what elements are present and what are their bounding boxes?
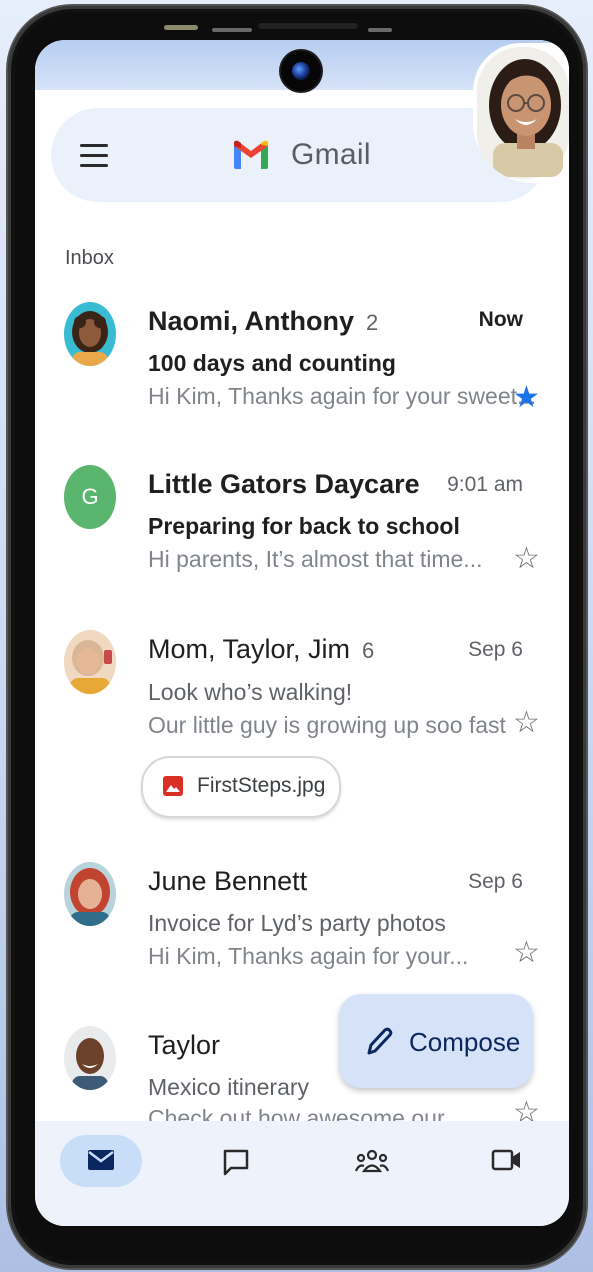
email-sender: June Bennett bbox=[148, 866, 308, 896]
email-sender: Mom, Taylor, Jim 6 bbox=[148, 634, 375, 664]
avatar bbox=[64, 1026, 116, 1090]
attachment-chip[interactable]: FirstSteps.jpg bbox=[141, 756, 341, 818]
attachment-name: FirstSteps.jpg bbox=[197, 774, 326, 797]
front-camera bbox=[281, 51, 321, 91]
avatar bbox=[64, 630, 116, 694]
email-subject: Mexico itinerary bbox=[148, 1074, 310, 1100]
avatar-letter: G bbox=[81, 484, 99, 509]
phone-button bbox=[368, 28, 392, 32]
phone-button bbox=[164, 25, 198, 30]
nav-spaces[interactable] bbox=[329, 1135, 411, 1187]
gmail-logo-icon bbox=[234, 140, 268, 169]
thread-count: 6 bbox=[362, 638, 375, 663]
email-row[interactable]: Naomi, Anthony 2 Now 100 days and countin… bbox=[35, 292, 569, 422]
email-subject: Preparing for back to school bbox=[148, 513, 460, 539]
email-time: Now bbox=[478, 308, 523, 331]
email-subject: 100 days and counting bbox=[148, 350, 396, 376]
nav-meet[interactable] bbox=[465, 1135, 547, 1187]
email-snippet: Hi parents, It’s almost that time... bbox=[148, 546, 483, 572]
compose-button[interactable]: Compose bbox=[339, 994, 533, 1088]
star-outline-icon[interactable]: ☆ bbox=[513, 708, 540, 738]
email-sender: Taylor bbox=[148, 1030, 221, 1060]
email-row[interactable]: June Bennett Sep 6 Invoice for Lyd’s par… bbox=[35, 852, 569, 982]
hamburger-menu-icon[interactable] bbox=[80, 144, 108, 168]
video-icon bbox=[491, 1149, 520, 1171]
avatar bbox=[64, 302, 116, 366]
avatar bbox=[64, 862, 116, 926]
avatar: G bbox=[64, 465, 116, 529]
email-snippet: Hi Kim, Thanks again for your... bbox=[148, 943, 469, 969]
star-outline-icon[interactable]: ☆ bbox=[513, 938, 540, 968]
email-snippet: Hi Kim, Thanks again for your sweet... bbox=[148, 383, 537, 409]
app-title: Gmail bbox=[291, 138, 371, 171]
email-subject: Invoice for Lyd’s party photos bbox=[148, 910, 446, 936]
email-snippet: Our little guy is growing up soo fast bbox=[148, 712, 506, 738]
compose-label: Compose bbox=[409, 1027, 521, 1057]
nav-chat[interactable] bbox=[195, 1135, 277, 1187]
email-subject: Look who’s walking! bbox=[148, 679, 353, 705]
email-sender: Little Gators Daycare bbox=[148, 469, 420, 499]
thread-count: 2 bbox=[366, 310, 379, 335]
spaces-icon bbox=[355, 1149, 389, 1173]
mail-icon bbox=[88, 1150, 114, 1170]
star-outline-icon[interactable]: ☆ bbox=[513, 544, 540, 574]
profile-avatar[interactable] bbox=[473, 43, 569, 183]
email-time: 9:01 am bbox=[447, 473, 523, 496]
star-icon[interactable]: ★ bbox=[513, 383, 540, 413]
bottom-navigation bbox=[35, 1121, 569, 1226]
nav-mail[interactable] bbox=[60, 1135, 142, 1187]
email-sender: Naomi, Anthony 2 bbox=[148, 306, 379, 336]
inbox-label: Inbox bbox=[65, 247, 114, 269]
pencil-icon bbox=[367, 1027, 393, 1055]
email-time: Sep 6 bbox=[468, 870, 523, 893]
image-file-icon bbox=[163, 776, 183, 796]
chat-icon bbox=[223, 1149, 249, 1176]
phone-speaker bbox=[258, 23, 358, 29]
phone-button bbox=[212, 28, 252, 32]
gmail-screen: Gmail Inbox Naomi, Anthony 2 Now 100 day… bbox=[35, 40, 569, 1226]
email-time: Sep 6 bbox=[468, 638, 523, 661]
email-row[interactable]: G Little Gators Daycare 9:01 am Preparin… bbox=[35, 455, 569, 585]
